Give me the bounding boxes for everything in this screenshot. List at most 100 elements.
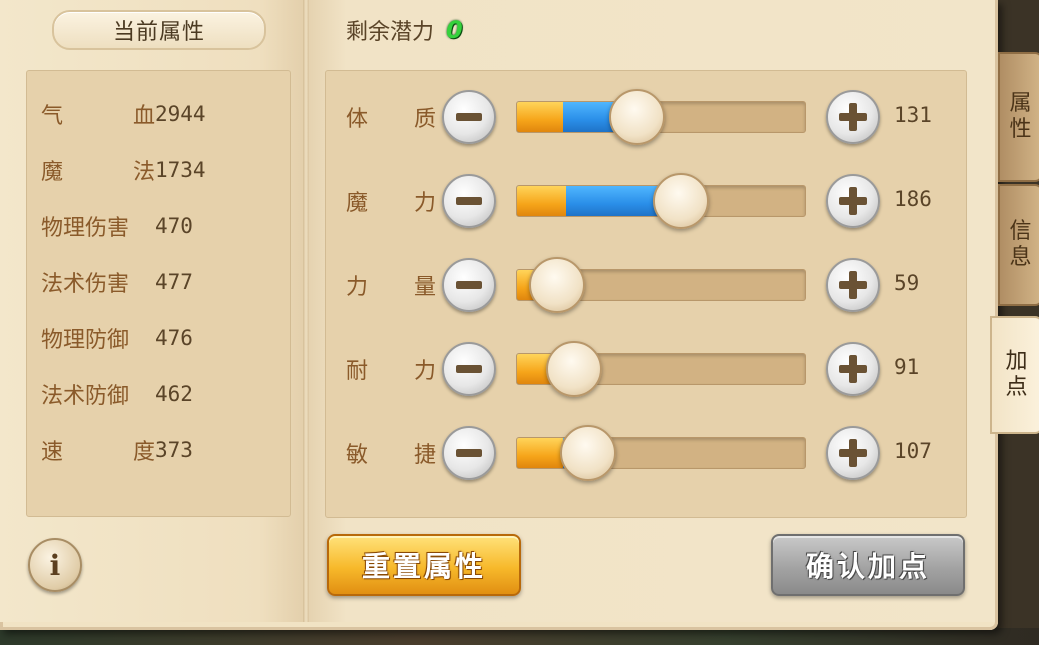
attr-label-part: 敏 [346, 443, 369, 468]
slider-handle[interactable] [652, 173, 709, 229]
decrease-button[interactable] [442, 90, 496, 144]
minus-icon [456, 197, 482, 205]
stat-label-part: 法 [132, 160, 155, 185]
base-fill [517, 438, 564, 468]
stat-label: 法术防御 [41, 378, 155, 410]
attr-value: 107 [894, 439, 932, 463]
book-spine [303, 0, 309, 622]
tab-attributes[interactable]: 属 性 [998, 52, 1039, 182]
attr-label-part: 捷 [413, 443, 436, 468]
slider-handle[interactable] [546, 341, 603, 397]
attr-row-constitution: 体 质 131 [326, 87, 966, 147]
base-fill [517, 186, 566, 216]
confirm-allocation-button[interactable]: 确认加点 [771, 534, 965, 596]
base-fill [517, 102, 564, 132]
tab-label-char: 信 [1009, 219, 1032, 244]
stat-row-magic-damage: 法术伤害 477 [41, 267, 193, 297]
attr-label: 力 量 [346, 269, 436, 301]
stat-row-hp: 气 血 2944 [41, 99, 206, 129]
stat-label-part: 血 [132, 104, 155, 129]
attr-label-part: 质 [413, 107, 436, 132]
increase-button[interactable] [826, 174, 880, 228]
stat-label: 速 度 [41, 434, 155, 466]
increase-button[interactable] [826, 426, 880, 480]
potential-label: 剩余潜力 [346, 20, 435, 45]
plus-icon [839, 355, 867, 383]
stat-label-part: 物理伤害 [41, 216, 130, 241]
stat-value: 462 [155, 382, 193, 406]
stat-label-part: 速 [41, 440, 64, 465]
minus-icon [456, 449, 482, 457]
attr-label: 耐 力 [346, 353, 436, 385]
minus-icon [456, 113, 482, 121]
decrease-button[interactable] [442, 258, 496, 312]
stat-label-part: 法术防御 [41, 384, 130, 409]
attr-value: 186 [894, 187, 932, 211]
stat-label: 物理防御 [41, 322, 155, 354]
attr-value: 59 [894, 271, 920, 295]
minus-icon [456, 281, 482, 289]
attr-label: 体 质 [346, 101, 436, 133]
plus-icon [839, 271, 867, 299]
plus-icon [839, 187, 867, 215]
minus-icon [456, 365, 482, 373]
attr-value: 131 [894, 103, 932, 127]
current-attributes-title: 当前属性 [52, 10, 266, 50]
attr-label-part: 耐 [346, 359, 369, 384]
attr-row-strength: 力 量 59 [326, 255, 966, 315]
attr-label-part: 量 [413, 275, 436, 300]
tab-label-char: 点 [1005, 375, 1028, 400]
attr-label-part: 力 [413, 191, 436, 216]
stat-label: 法术伤害 [41, 266, 155, 298]
stat-value: 2944 [155, 102, 206, 126]
increase-button[interactable] [826, 258, 880, 312]
stat-row-physical-defense: 物理防御 476 [41, 323, 193, 353]
stat-value: 476 [155, 326, 193, 350]
attr-row-endurance: 耐 力 91 [326, 339, 966, 399]
tab-info[interactable]: 信 息 [998, 184, 1039, 306]
attr-label-part: 体 [346, 107, 369, 132]
attr-label: 敏 捷 [346, 437, 436, 469]
stat-row-magic-defense: 法术防御 462 [41, 379, 193, 409]
stat-value: 373 [155, 438, 193, 462]
slider-handle[interactable] [560, 425, 617, 481]
attr-label-part: 力 [413, 359, 436, 384]
decrease-button[interactable] [442, 426, 496, 480]
stat-label-part: 度 [132, 440, 155, 465]
slider-handle[interactable] [528, 257, 585, 313]
slider-handle[interactable] [609, 89, 666, 145]
attr-row-agility: 敏 捷 107 [326, 423, 966, 483]
plus-icon [839, 103, 867, 131]
stat-label-part: 物理防御 [41, 328, 130, 353]
increase-button[interactable] [826, 342, 880, 396]
remaining-potential: 剩余潜力 0 [346, 14, 463, 46]
decrease-button[interactable] [442, 342, 496, 396]
plus-icon [839, 439, 867, 467]
stat-label-part: 魔 [41, 160, 64, 185]
attr-row-magic: 魔 力 186 [326, 171, 966, 231]
stat-label: 魔 法 [41, 154, 155, 186]
attr-value: 91 [894, 355, 920, 379]
tab-label-char: 属 [1009, 91, 1032, 116]
stat-row-speed: 速 度 373 [41, 435, 193, 465]
info-icon: i [49, 548, 61, 582]
attribute-allocation-panel: 体 质 131 魔 力 186 力 量 59 耐 力 91 敏 捷 107 [325, 70, 967, 518]
stat-row-physical-damage: 物理伤害 470 [41, 211, 193, 241]
info-button[interactable]: i [28, 538, 82, 592]
attr-label: 魔 力 [346, 185, 436, 217]
game-background-strip [0, 628, 1039, 645]
attr-label-part: 魔 [346, 191, 369, 216]
decrease-button[interactable] [442, 174, 496, 228]
tab-add-points[interactable]: 加 点 [990, 316, 1039, 434]
increase-button[interactable] [826, 90, 880, 144]
stat-label-part: 气 [41, 104, 64, 129]
stat-value: 477 [155, 270, 193, 294]
stat-value: 1734 [155, 158, 206, 182]
tab-label-char: 加 [1005, 349, 1028, 374]
stat-label-part: 法术伤害 [41, 272, 130, 297]
stat-row-mp: 魔 法 1734 [41, 155, 206, 185]
potential-value: 0 [446, 16, 463, 44]
reset-attributes-button[interactable]: 重置属性 [327, 534, 521, 596]
tab-label-char: 性 [1009, 117, 1032, 142]
tab-label-char: 息 [1009, 245, 1032, 270]
